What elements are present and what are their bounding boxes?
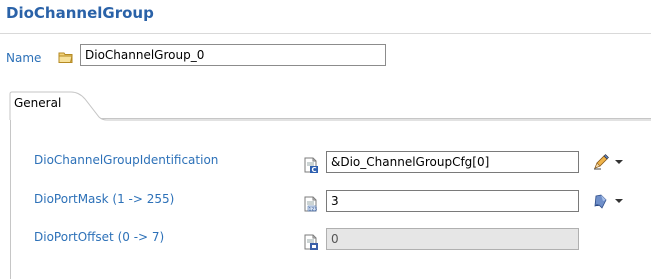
code-reference-icon: C [304,157,318,173]
name-input[interactable]: DioChannelGroup_0 [80,44,386,66]
field-label-port-mask: DioPortMask (1 -> 255) [34,192,175,206]
number-field-icon: 123 [304,196,318,213]
header-divider [0,33,651,34]
chevron-down-icon[interactable] [614,158,624,166]
field-label-port-offset: DioPortOffset (0 -> 7) [34,230,165,244]
port-offset-input: 0 [326,228,579,250]
reset-default-icon[interactable] [592,192,610,210]
field-label-channel-group-identification: DioChannelGroupIdentification [34,153,219,167]
name-label: Name [6,51,42,65]
svg-text:123: 123 [309,207,318,213]
channel-group-identification-input[interactable]: &Dio_ChannelGroupCfg[0] [326,151,579,173]
folder-icon [58,52,73,63]
chevron-down-icon[interactable] [614,197,624,205]
edit-pencil-icon[interactable] [592,153,610,171]
port-mask-input[interactable]: 3 [326,190,579,212]
svg-text:C: C [312,166,317,173]
tab-strip [9,91,651,121]
number-field-locked-icon [304,234,318,250]
tab-general[interactable]: General [14,96,61,110]
page-title: DioChannelGroup [6,4,154,22]
